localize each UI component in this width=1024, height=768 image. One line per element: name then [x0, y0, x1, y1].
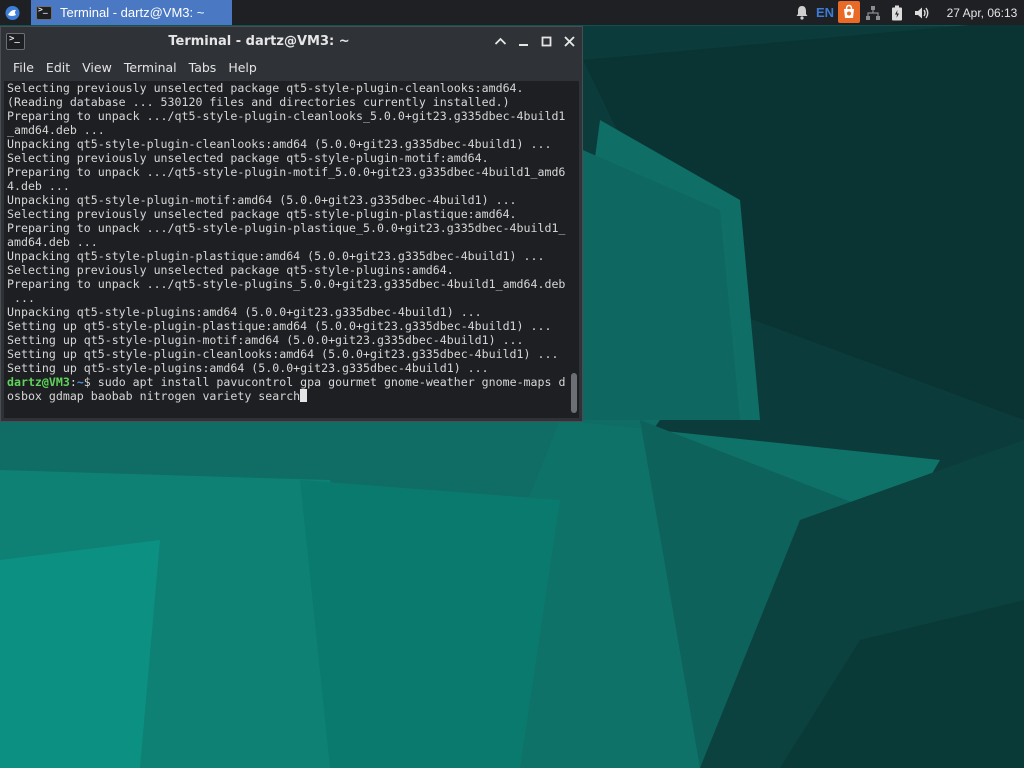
scrollbar-thumb[interactable] — [571, 373, 577, 413]
keyboard-layout-indicator[interactable]: EN — [814, 0, 836, 25]
text-cursor — [300, 389, 308, 402]
minimize-button[interactable] — [515, 33, 532, 50]
bell-icon[interactable] — [792, 0, 812, 25]
taskbar-terminal-label: Terminal - dartz@VM3: ~ — [60, 5, 205, 20]
terminal-output-area[interactable]: Selecting previously unselected package … — [4, 81, 579, 418]
clock[interactable]: 27 Apr, 06:13 — [940, 0, 1024, 25]
terminal-output: Selecting previously unselected package … — [7, 81, 566, 375]
menu-edit[interactable]: Edit — [40, 56, 76, 79]
window-title: Terminal - dartz@VM3: ~ — [168, 34, 350, 49]
top-panel: Terminal - dartz@VM3: ~ EN — [0, 0, 1024, 25]
menu-tabs[interactable]: Tabs — [183, 56, 223, 79]
prompt-symbol: $ — [83, 375, 98, 389]
software-updater-icon[interactable] — [838, 1, 860, 23]
terminal-menubar: File Edit View Terminal Tabs Help — [1, 56, 582, 79]
whisker-menu-icon[interactable] — [3, 3, 22, 22]
menu-terminal[interactable]: Terminal — [118, 56, 183, 79]
terminal-text: Selecting previously unselected package … — [7, 81, 567, 403]
terminal-scrollbar[interactable] — [570, 81, 579, 418]
minimize-up-icon[interactable] — [492, 33, 509, 50]
taskbar-terminal-button[interactable]: Terminal - dartz@VM3: ~ — [31, 0, 232, 25]
prompt-path: ~ — [76, 375, 84, 389]
command-line-2: osbox gdmap baobab nitrogen variety sear… — [7, 389, 301, 403]
terminal-window: Terminal - dartz@VM3: ~ File Edit View T… — [0, 26, 583, 422]
menu-view[interactable]: View — [76, 56, 118, 79]
network-wired-icon[interactable] — [862, 0, 884, 25]
close-button[interactable] — [561, 33, 578, 50]
command-line-1: sudo apt install pavucontrol gpa gourmet… — [97, 375, 566, 389]
menu-file[interactable]: File — [7, 56, 40, 79]
menu-help[interactable]: Help — [222, 56, 263, 79]
prompt-user: dartz@VM3 — [7, 375, 70, 389]
terminal-icon — [36, 5, 52, 20]
maximize-button[interactable] — [538, 33, 555, 50]
battery-icon[interactable] — [886, 0, 908, 25]
speaker-icon[interactable] — [910, 0, 934, 25]
prompt-separator: : — [69, 375, 77, 389]
window-titlebar[interactable]: Terminal - dartz@VM3: ~ — [1, 27, 582, 56]
